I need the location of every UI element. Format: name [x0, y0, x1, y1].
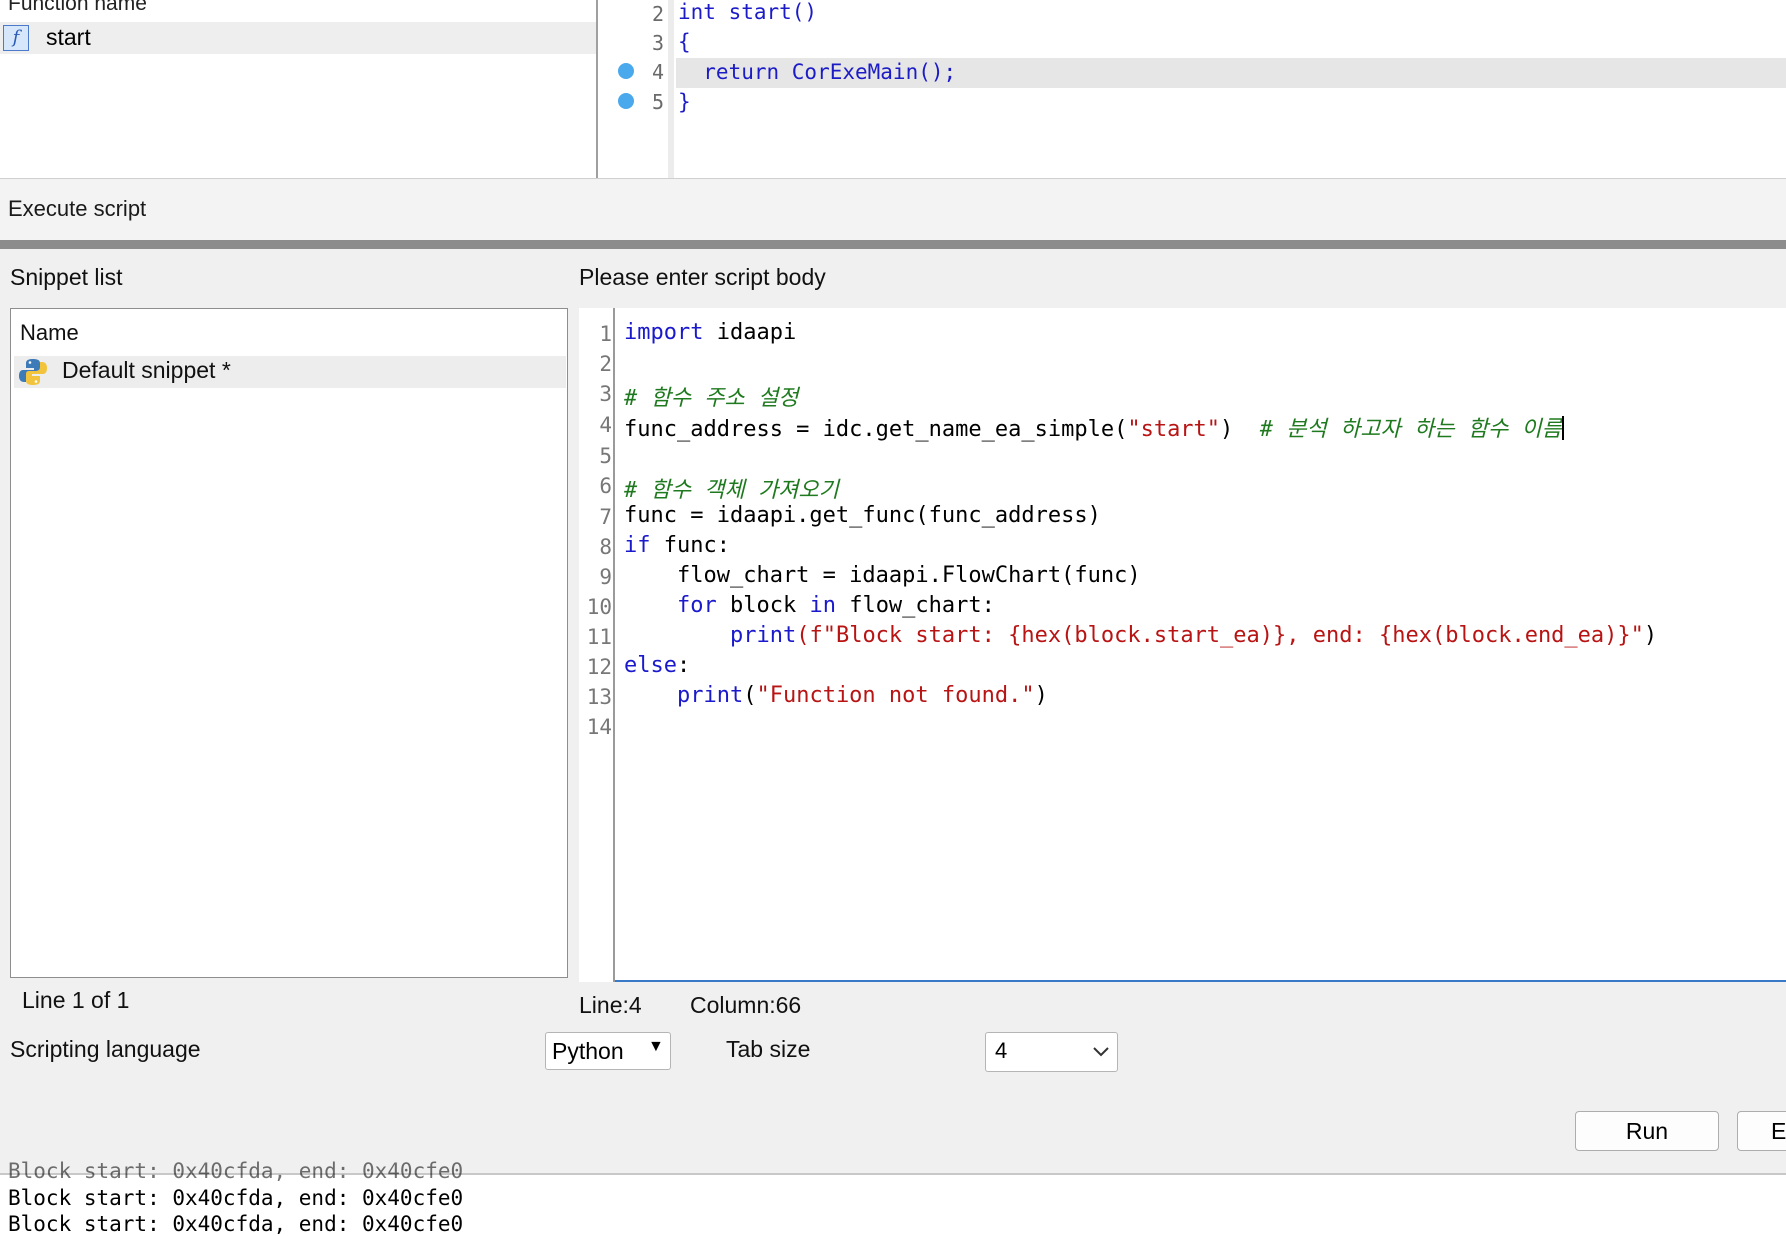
script-line-number: 1 — [599, 322, 612, 346]
pseudocode-line: return CorExeMain(); — [678, 60, 957, 84]
output-line: Block start: 0x40cfda, end: 0x40cfe0 — [8, 1212, 464, 1236]
string-literal: (f — [796, 623, 823, 648]
cursor-line-status: Line:4 — [579, 992, 642, 1018]
script-line: flow_chart = idaapi.FlowChart(func) — [624, 563, 1141, 588]
code-text: ) — [1643, 623, 1658, 648]
script-line-number: 9 — [599, 565, 612, 589]
snippet-name[interactable]: Default snippet * — [62, 357, 231, 384]
pseudocode-line: { — [678, 30, 691, 54]
code-text: flow_chart: — [835, 593, 995, 618]
code-text: ( — [743, 683, 757, 708]
title-separator — [0, 240, 1786, 249]
pseudocode-gutter — [598, 0, 674, 178]
script-line-number: 13 — [586, 685, 612, 709]
function-name[interactable]: start — [46, 24, 91, 51]
script-line: func_address = idc.get_name_ea_simple("s… — [624, 411, 1564, 443]
keyword: if — [624, 533, 651, 558]
python-icon — [19, 359, 47, 385]
keyword: import — [624, 320, 704, 345]
keyword: for — [676, 593, 717, 618]
string-literal: "Block start: {hex(block.start_ea)}, end… — [822, 623, 1644, 648]
script-line-number: 2 — [599, 352, 612, 376]
breakpoint-dot-icon[interactable] — [618, 93, 634, 109]
scripting-language-value: Python — [552, 1038, 624, 1064]
keyword: print — [676, 683, 744, 708]
script-line-number: 14 — [586, 715, 612, 739]
function-icon: f — [3, 25, 29, 51]
script-line: else: — [624, 653, 690, 678]
dialog-title: Execute script — [8, 196, 147, 221]
script-line-number: 6 — [599, 474, 612, 498]
code-text: flow_chart = idaapi.FlowChart(func) — [624, 563, 1141, 588]
output-line: Block start: 0x40cfda, end: 0x40cfe0 — [8, 1186, 464, 1210]
script-line: if func: — [624, 533, 730, 558]
cursor-column-status: Column:66 — [690, 992, 802, 1018]
tab-size-label: Tab size — [726, 1036, 811, 1062]
keyword: in — [809, 593, 836, 618]
keyword: print — [729, 623, 797, 648]
pseudocode-line-number: 5 — [651, 90, 664, 114]
script-body-label: Please enter script body — [579, 264, 826, 290]
code-text: func = idaapi.get_func(func_address) — [624, 503, 1101, 528]
chevron-down-icon — [1093, 1047, 1109, 1057]
pseudocode-line: int start() — [678, 0, 818, 24]
code-text: idaapi — [703, 320, 797, 345]
export-button[interactable]: E — [1737, 1111, 1786, 1151]
script-line-number: 3 — [599, 382, 612, 406]
dropdown-arrow-icon: ▼ — [648, 1038, 664, 1055]
tab-size-value: 4 — [995, 1038, 1008, 1063]
code-text: block — [716, 593, 810, 618]
script-line: # 함수 주소 설정 — [624, 380, 798, 412]
code-text: func_address = idc.get_name_ea_simple( — [624, 417, 1128, 442]
snippet-status: Line 1 of 1 — [22, 987, 130, 1013]
text-caret — [1561, 416, 1564, 440]
snippet-name-column-header[interactable]: Name — [20, 320, 79, 346]
snippet-list-label: Snippet list — [10, 264, 123, 290]
script-line-number: 11 — [586, 625, 612, 649]
string-literal: "start" — [1127, 417, 1221, 442]
code-text: ) — [1034, 683, 1048, 708]
snippet-list[interactable] — [10, 308, 568, 978]
functions-column-header[interactable]: Function name — [8, 0, 147, 16]
script-line-number: 8 — [599, 535, 612, 559]
code-text: func: — [650, 533, 730, 558]
string-literal: "Function not found." — [756, 683, 1035, 708]
pseudocode-pane[interactable] — [598, 0, 1786, 178]
code-text: ) — [1220, 417, 1260, 442]
pseudocode-line: } — [678, 90, 691, 114]
script-line: print("Function not found.") — [624, 683, 1048, 708]
breakpoint-dot-icon[interactable] — [618, 63, 634, 79]
pseudocode-line-number: 4 — [651, 60, 664, 84]
dialog-title-bar[interactable] — [0, 178, 1786, 241]
comment: # 함수 주소 설정 — [624, 386, 799, 411]
script-line-number: 4 — [599, 413, 612, 437]
run-button[interactable]: Run — [1575, 1111, 1719, 1151]
comment: # 분석 하고자 하는 함수 이름 — [1259, 417, 1562, 442]
script-line: func = idaapi.get_func(func_address) — [624, 503, 1101, 528]
script-line-number: 7 — [599, 505, 612, 529]
script-line: # 함수 객체 가져오기 — [624, 472, 839, 504]
comment: # 함수 객체 가져오기 — [624, 478, 839, 503]
keyword: else — [624, 653, 677, 678]
output-line: Block start: 0x40cfda, end: 0x40cfe0 — [8, 1159, 464, 1183]
script-line-number: 10 — [586, 595, 612, 619]
pseudocode-line-number: 2 — [651, 2, 664, 26]
script-line-number: 5 — [599, 444, 612, 468]
script-line: print(f"Block start: {hex(block.start_ea… — [624, 623, 1657, 648]
script-line: import idaapi — [624, 320, 796, 345]
script-line: for block in flow_chart: — [624, 593, 995, 618]
scripting-language-label: Scripting language — [10, 1036, 201, 1062]
code-text: : — [676, 653, 691, 678]
script-line-number: 12 — [586, 655, 612, 679]
pseudocode-line-number: 3 — [651, 31, 664, 55]
